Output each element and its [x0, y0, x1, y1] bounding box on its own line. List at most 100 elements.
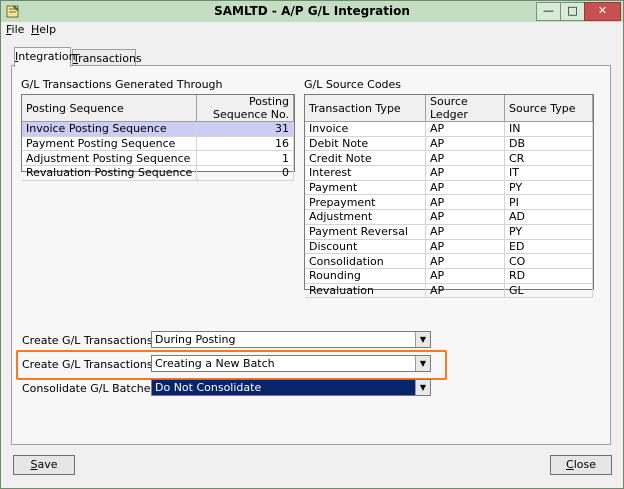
table-row[interactable]: Debit Note AP DB	[305, 136, 593, 152]
tab-integration[interactable]: Integration	[14, 47, 76, 67]
posting-sequence-name: Payment Posting Sequence	[22, 136, 198, 152]
menu-file-label: ile	[11, 23, 25, 36]
transaction-type: Discount	[305, 239, 426, 255]
close-mnemonic: C	[566, 458, 574, 471]
transaction-type: Prepayment	[305, 194, 426, 211]
source-type: GL	[504, 283, 593, 299]
col-source-ledger[interactable]: Source Ledger	[425, 95, 505, 122]
create-gl-transactions-by-value: Creating a New Batch	[155, 357, 275, 370]
window-title: SAMLTD - A/P G/L Integration	[214, 4, 410, 18]
consolidate-gl-batches-label: Consolidate G/L Batches	[22, 382, 157, 395]
source-type: ED	[504, 239, 593, 255]
table-row[interactable]: Consolidation AP CO	[305, 253, 593, 269]
table-row[interactable]: Payment Posting Sequence 16	[22, 136, 294, 152]
tab-transactions-label: ransactions	[78, 52, 142, 65]
source-type: AD	[504, 209, 593, 225]
create-gl-transactions-by-select[interactable]: Creating a New Batch ▼	[151, 355, 431, 372]
source-ledger: AP	[425, 194, 505, 211]
source-ledger: AP	[425, 121, 505, 137]
create-gl-transactions-by-label: Create G/L Transactions By	[22, 358, 171, 371]
source-type: PI	[504, 194, 593, 211]
table-row[interactable]: Rounding AP RD	[305, 268, 593, 284]
close-button[interactable]: Close	[550, 455, 612, 475]
table-row[interactable]: Adjustment AP AD	[305, 209, 593, 225]
transaction-type: Interest	[305, 165, 426, 181]
source-type: CO	[504, 253, 593, 269]
source-ledger: AP	[425, 268, 505, 284]
maximize-button[interactable]: □	[560, 2, 585, 21]
consolidate-gl-batches-select[interactable]: Do Not Consolidate ▼	[151, 379, 431, 396]
col-source-type[interactable]: Source Type	[504, 95, 593, 122]
table-row[interactable]: Payment Reversal AP PY	[305, 224, 593, 240]
menu-bar: File Help	[1, 22, 623, 37]
chevron-down-icon[interactable]: ▼	[415, 332, 430, 347]
table-row[interactable]: Invoice Posting Sequence 31	[22, 121, 294, 137]
transaction-type: Rounding	[305, 268, 426, 284]
title-bar[interactable]: SAMLTD - A/P G/L Integration — □ ✕	[1, 1, 623, 22]
source-ledger: AP	[425, 136, 505, 152]
create-gl-transactions-select[interactable]: During Posting ▼	[151, 331, 431, 348]
source-codes-title: G/L Source Codes	[304, 78, 402, 91]
table-row[interactable]: Discount AP ED	[305, 239, 593, 255]
source-ledger: AP	[425, 224, 505, 240]
col-posting-sequence-no[interactable]: Posting Sequence No.	[196, 95, 294, 122]
source-ledger: AP	[425, 283, 505, 299]
chevron-down-icon[interactable]: ▼	[415, 380, 430, 395]
transaction-type: Payment Reversal	[305, 224, 426, 240]
tab-integration-label: ntegration	[18, 50, 76, 63]
close-window-button[interactable]: ✕	[584, 2, 621, 21]
transaction-type: Invoice	[305, 121, 426, 137]
table-row[interactable]: Payment AP PY	[305, 180, 593, 196]
source-type: IT	[504, 165, 593, 181]
source-ledger: AP	[425, 253, 505, 269]
transaction-type: Debit Note	[305, 136, 426, 152]
create-gl-transactions-label: Create G/L Transactions	[22, 334, 153, 347]
source-type: DB	[504, 136, 593, 152]
source-ledger: AP	[425, 239, 505, 255]
button-bar: Save Close	[1, 448, 623, 488]
table-row[interactable]: Revaluation AP GL	[305, 283, 593, 299]
source-codes-grid[interactable]: Transaction Type Source Ledger Source Ty…	[304, 94, 594, 299]
posting-sequence-number: 16	[196, 136, 294, 152]
source-ledger: AP	[425, 165, 505, 181]
save-button[interactable]: Save	[13, 455, 75, 475]
posting-sequence-number: 1	[196, 150, 294, 167]
save-label: ave	[37, 458, 58, 471]
transaction-type: Payment	[305, 180, 426, 196]
col-transaction-type[interactable]: Transaction Type	[305, 95, 426, 122]
source-type: RD	[504, 268, 593, 284]
table-row[interactable]: Revaluation Posting Sequence 0	[22, 165, 294, 181]
posting-sequence-name: Invoice Posting Sequence	[22, 121, 198, 137]
consolidate-gl-batches-value: Do Not Consolidate	[155, 381, 262, 394]
posting-sequence-name: Adjustment Posting Sequence	[22, 150, 198, 167]
table-row[interactable]: Invoice AP IN	[305, 121, 593, 137]
minimize-button[interactable]: —	[536, 2, 561, 21]
transaction-type: Revaluation	[305, 283, 426, 299]
posting-grid-header: Posting Sequence Posting Sequence No.	[22, 95, 294, 122]
source-ledger: AP	[425, 180, 505, 196]
table-row[interactable]: Credit Note AP CR	[305, 150, 593, 167]
app-window: SAMLTD - A/P G/L Integration — □ ✕ File …	[0, 0, 624, 489]
col-posting-sequence[interactable]: Posting Sequence	[22, 95, 198, 122]
menu-help[interactable]: Help	[31, 23, 56, 36]
source-type: PY	[504, 180, 593, 196]
transaction-type: Adjustment	[305, 209, 426, 225]
posting-sequence-grid[interactable]: Posting Sequence Posting Sequence No. In…	[21, 94, 295, 181]
source-grid-header: Transaction Type Source Ledger Source Ty…	[305, 95, 593, 122]
source-type: PY	[504, 224, 593, 240]
table-row[interactable]: Prepayment AP PI	[305, 194, 593, 211]
posting-sequence-number: 0	[196, 165, 294, 181]
create-gl-transactions-value: During Posting	[155, 333, 236, 346]
menu-file[interactable]: File	[6, 23, 24, 36]
transaction-type: Consolidation	[305, 253, 426, 269]
posting-section-title: G/L Transactions Generated Through	[21, 78, 223, 91]
transaction-type: Credit Note	[305, 150, 426, 167]
posting-sequence-name: Revaluation Posting Sequence	[22, 165, 198, 181]
chevron-down-icon[interactable]: ▼	[415, 356, 430, 371]
source-ledger: AP	[425, 150, 505, 167]
close-label: lose	[573, 458, 596, 471]
table-row[interactable]: Interest AP IT	[305, 165, 593, 181]
table-row[interactable]: Adjustment Posting Sequence 1	[22, 150, 294, 167]
source-type: CR	[504, 150, 593, 167]
menu-help-label: elp	[39, 23, 57, 36]
